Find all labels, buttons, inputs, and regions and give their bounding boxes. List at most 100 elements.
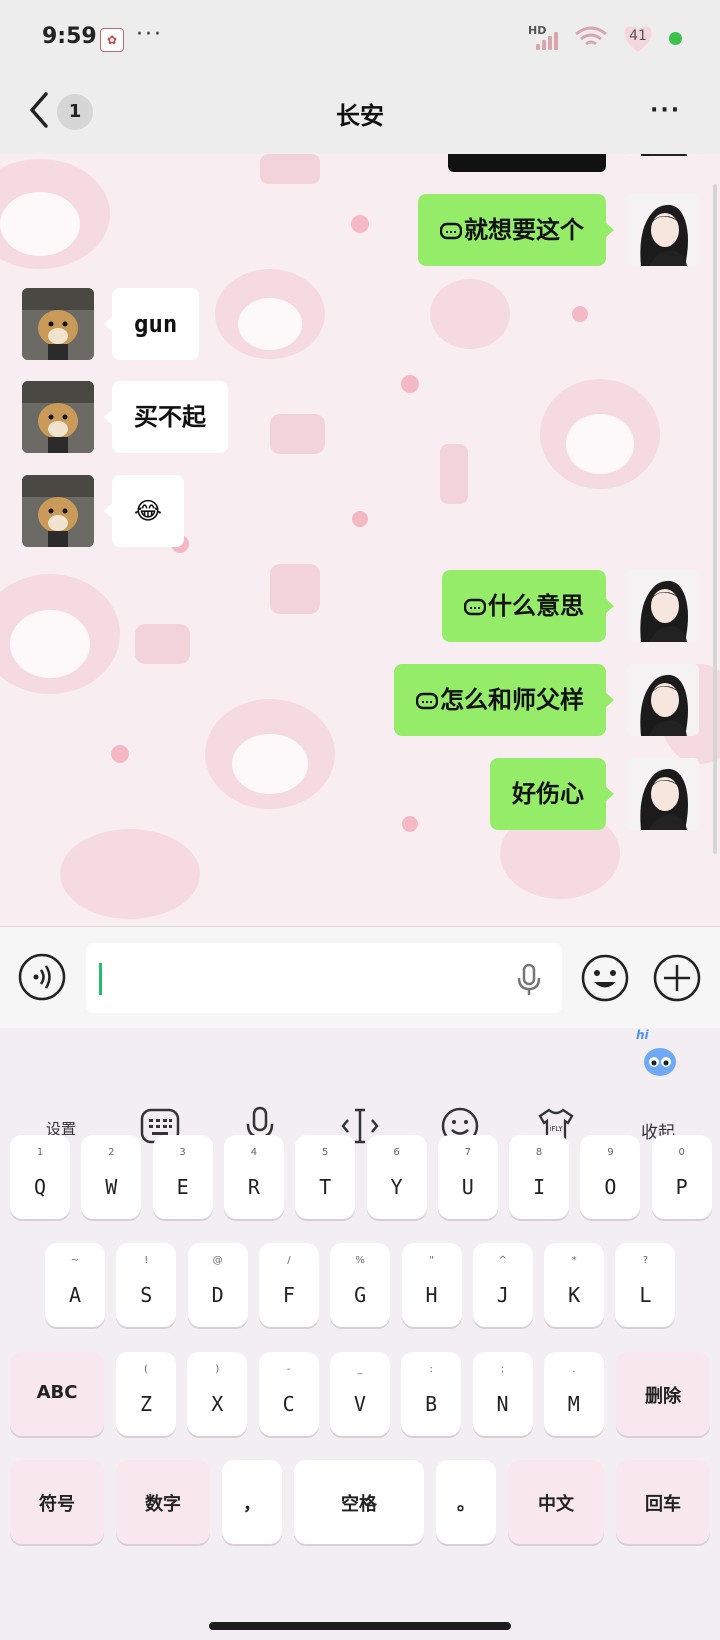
battery-level: 41 [629, 28, 647, 44]
key-h[interactable]: " H [401, 1243, 462, 1327]
outgoing-message-bubble[interactable]: 就想要这个 [418, 194, 614, 266]
key-label: G [354, 1283, 367, 1307]
chat-title: 长安 [336, 102, 384, 130]
image-message-thumbnail[interactable] [448, 154, 606, 172]
key-label: P [675, 1175, 688, 1199]
key-secondary-char: 3 [179, 1147, 186, 1158]
key-label: Y [390, 1175, 403, 1199]
key-v[interactable]: _ V [329, 1352, 390, 1436]
key-g[interactable]: % G [330, 1243, 391, 1327]
key-x[interactable]: ) X [187, 1352, 248, 1436]
key-secondary-char: : [429, 1364, 433, 1375]
key-a[interactable]: ~ A [45, 1243, 105, 1327]
key-w[interactable]: 2W [81, 1135, 142, 1219]
microphone-icon[interactable] [514, 963, 544, 997]
key-secondary-char: ; [500, 1364, 505, 1375]
period-key[interactable]: 。 [436, 1460, 496, 1544]
key-m[interactable]: .M [543, 1352, 604, 1436]
key-label: O [604, 1175, 617, 1199]
key-label: 回车 [645, 1494, 681, 1515]
key-u[interactable]: 7U [437, 1135, 498, 1219]
wifi-icon [575, 26, 607, 46]
voice-input-toggle-icon[interactable] [18, 953, 66, 1001]
space-key[interactable]: 空格 [294, 1460, 424, 1544]
my-avatar[interactable] [627, 154, 699, 156]
text-cursor [99, 963, 102, 995]
key-secondary-char: _ [357, 1364, 363, 1375]
message-text: 怎么和师父样 [440, 686, 584, 714]
key-label: B [425, 1392, 438, 1416]
chinese-mode-key[interactable]: 中文 [508, 1460, 604, 1544]
delete-key[interactable]: 删除 [616, 1352, 710, 1436]
key-label: L [639, 1283, 652, 1307]
key-q[interactable]: 1Q [10, 1135, 70, 1219]
my-avatar[interactable] [627, 758, 699, 830]
key-label: 符号 [39, 1494, 75, 1515]
message-emoji-icon [415, 686, 440, 714]
key-y[interactable]: 6Y [366, 1135, 427, 1219]
message-text: 就想要这个 [464, 216, 584, 244]
incoming-message-bubble[interactable]: 买不起 [104, 381, 228, 453]
emoji-icon[interactable] [580, 953, 630, 1003]
key-b[interactable]: :B [401, 1352, 462, 1436]
key-p[interactable]: 0P [651, 1135, 712, 1219]
enter-key[interactable]: 回车 [616, 1460, 710, 1544]
key-label: E [176, 1175, 189, 1199]
contact-avatar[interactable] [22, 475, 94, 547]
key-o[interactable]: 9O [580, 1135, 641, 1219]
chat-messages-area[interactable]: 就想要这个 gun 买不起 😂 什么意思怎么和师父样好伤心 [0, 154, 720, 926]
message-text: 买不起 [134, 403, 206, 431]
my-avatar[interactable] [627, 194, 699, 266]
contact-avatar[interactable] [22, 381, 94, 453]
message-input[interactable] [86, 943, 562, 1013]
incoming-message-bubble[interactable]: 😂 [103, 475, 185, 547]
ime-keyboard: hi 设置 iFLY 收起 1 Q 2 W 3 E 4 R 5 T 6 Y 7 U 8 I 9 O 0 P ~ A! S @ D… [0, 1028, 720, 1640]
more-functions-plus-icon[interactable] [652, 953, 702, 1003]
outgoing-message-bubble[interactable]: 什么意思 [442, 570, 614, 642]
key-d[interactable]: @ D [187, 1243, 248, 1327]
chat-scrollbar[interactable] [713, 184, 717, 854]
key-secondary-char: / [287, 1255, 291, 1266]
outgoing-message-bubble[interactable]: 好伤心 [490, 758, 614, 830]
key-label: A [68, 1283, 82, 1307]
key-z[interactable]: (Z [116, 1352, 176, 1436]
symbols-key[interactable]: 符号 [10, 1460, 104, 1544]
key-secondary-char: . [572, 1364, 576, 1375]
incoming-message-bubble[interactable]: gun [103, 288, 200, 360]
key-secondary-char: 9 [607, 1147, 614, 1158]
ime-mascot-icon[interactable] [640, 1042, 680, 1078]
numbers-key[interactable]: 数字 [116, 1460, 210, 1544]
my-avatar[interactable] [627, 664, 699, 736]
key-label: 。 [457, 1494, 475, 1515]
key-label: F [282, 1283, 295, 1307]
key-secondary-char: 1 [36, 1147, 44, 1158]
key-secondary-char: 0 [678, 1147, 685, 1158]
key-secondary-char: 8 [535, 1147, 543, 1158]
key-n[interactable]: ; N [472, 1352, 533, 1436]
key-c[interactable]: -C [258, 1352, 319, 1436]
message-text: 什么意思 [488, 592, 584, 620]
key-i[interactable]: 8I [509, 1135, 570, 1219]
key-l[interactable]: ? L [615, 1243, 676, 1327]
key-j[interactable]: ^ J [472, 1243, 533, 1327]
outgoing-message-bubble[interactable]: 怎么和师父样 [394, 664, 614, 736]
home-indicator[interactable] [209, 1622, 511, 1630]
my-avatar[interactable] [627, 570, 699, 642]
key-s[interactable]: ! S [116, 1243, 177, 1327]
signal-icon [536, 30, 566, 50]
key-e[interactable]: 3E [152, 1135, 213, 1219]
key-t[interactable]: 5T [295, 1135, 356, 1219]
abc-key[interactable]: ABC [10, 1352, 104, 1436]
key-k[interactable]: * K [544, 1243, 605, 1327]
contact-avatar[interactable] [22, 288, 94, 360]
comma-key[interactable]: ， [222, 1460, 282, 1544]
key-label: Q [33, 1175, 47, 1199]
key-secondary-char: * [571, 1255, 577, 1266]
key-secondary-char: ( [144, 1364, 148, 1375]
key-secondary-char: " [429, 1255, 434, 1266]
key-f[interactable]: / F [258, 1243, 319, 1327]
key-secondary-char: ^ [498, 1255, 507, 1266]
chat-more-button[interactable]: ··· [650, 98, 681, 123]
key-r[interactable]: 4R [223, 1135, 284, 1219]
ime-greeting: hi [636, 1028, 649, 1042]
